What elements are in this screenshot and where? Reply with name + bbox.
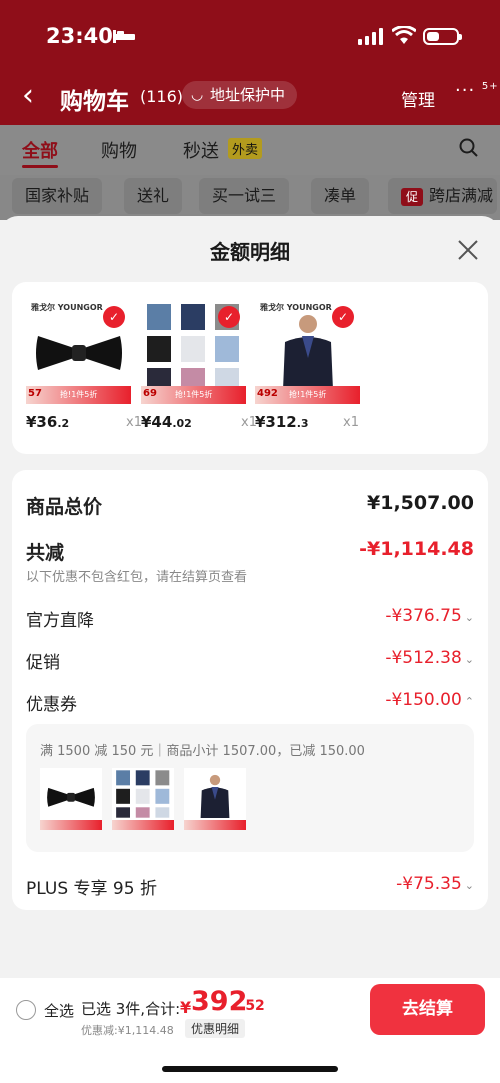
- coupon-item-suit: [184, 768, 246, 830]
- chip-cross-store[interactable]: 促跨店满减: [388, 178, 498, 214]
- plus-discount-value: -¥75.35 ⌄: [396, 874, 474, 894]
- promo-banner: 492 抢!1件5折: [255, 386, 360, 404]
- chip-cross-store-label: 跨店满减: [429, 186, 494, 205]
- coupon-detail-box: 满 1500 减 150 元｜商品小计 1507.00，已减 150.00: [26, 724, 474, 852]
- goods-total-label: 商品总价: [26, 496, 103, 518]
- item-price: ¥36.2: [26, 413, 70, 431]
- coupon-item-bowtie: [40, 768, 102, 830]
- more-badge: 5+: [481, 81, 499, 92]
- total-reduce-value: -¥1,114.48: [359, 538, 474, 560]
- cart-navbar: ‹ 购物车 (116) ◡ 地址保护中 管理 ··· 5+: [0, 78, 500, 118]
- official-discount-label: 官方直降: [26, 611, 94, 631]
- total-amount-int: 392: [191, 986, 248, 1017]
- official-discount-value: -¥376.75 ⌄: [385, 606, 474, 626]
- promo-banner: 69 抢!1件5折: [141, 386, 246, 404]
- product-image-bowtie[interactable]: 雅戈尔 YOUNGOR ✓ 57 抢!1件5折: [26, 300, 131, 404]
- promotion-value: -¥512.38 ⌄: [385, 648, 474, 668]
- app-header-background: 23:40 ‹ 购物车 (116) ◡ 地址保护中 管理 ··· 5+: [0, 0, 500, 125]
- battery-icon: [423, 28, 462, 45]
- item-quantity: x1: [126, 415, 142, 430]
- more-menu-button[interactable]: ··· 5+: [455, 80, 499, 101]
- coupon-item-shirts: [112, 768, 174, 830]
- promotion-label: 促销: [26, 653, 60, 673]
- selected-items-card: 雅戈尔 YOUNGOR ✓ 57 抢!1件5折 ¥36.2 x1 ✓ 69 抢!1件…: [12, 282, 488, 454]
- promo-badge-icon: 促: [401, 188, 423, 206]
- plus-discount-label: PLUS 专享 95 折: [26, 879, 157, 899]
- manage-button[interactable]: 管理: [401, 86, 435, 111]
- brand-logo: 雅戈尔 YOUNGOR: [31, 303, 103, 312]
- coupon-value: -¥150.00 ⌃: [385, 690, 474, 710]
- suit-model-icon: [283, 315, 333, 390]
- selected-check-icon[interactable]: ✓: [218, 306, 240, 328]
- search-icon[interactable]: [459, 138, 479, 158]
- selected-check-icon[interactable]: ✓: [103, 306, 125, 328]
- cart-tabs: 全部 购物 秒送 外卖: [0, 125, 500, 175]
- back-button[interactable]: ‹: [22, 80, 34, 112]
- select-all-radio[interactable]: [16, 1000, 36, 1020]
- reduce-note: 以下优惠不包含红包，请在结算页查看: [26, 570, 248, 585]
- chip-try[interactable]: 买一试三: [199, 178, 290, 214]
- amount-detail-sheet: 金额明细 雅戈尔 YOUNGOR ✓ 57 抢!1件5折 ¥36.2 x1 ✓ 6…: [0, 216, 500, 1083]
- select-all-label[interactable]: 全选: [44, 1000, 74, 1021]
- filter-chips: 国家补贴 送礼 买一试三 凑单 促跨店满减: [0, 175, 500, 220]
- total-reduce-label: 共减: [26, 542, 65, 564]
- page-title: 购物车: [60, 89, 129, 115]
- checkout-button[interactable]: 去结算: [370, 984, 485, 1035]
- total-currency: ¥: [180, 998, 192, 1017]
- cellular-signal-icon: [358, 28, 383, 45]
- chip-gift[interactable]: 送礼: [124, 178, 183, 214]
- sheet-title: 金额明细: [210, 240, 290, 264]
- checkout-bar: 全选 已选 3件,合计: ¥ 392 .52 优惠减:¥1,114.48 优惠明…: [0, 978, 500, 1083]
- status-time: 23:40: [46, 24, 113, 48]
- chevron-down-icon: ⌄: [464, 879, 474, 892]
- tab-all[interactable]: 全部: [22, 137, 58, 163]
- chevron-up-icon: ⌃: [464, 695, 474, 708]
- selected-check-icon[interactable]: ✓: [332, 306, 354, 328]
- saved-amount: 优惠减:¥1,114.48: [81, 1024, 174, 1037]
- takeaway-tag: 外卖: [228, 138, 263, 159]
- tab-underline: [22, 165, 58, 168]
- item-price: ¥312.3: [255, 413, 309, 431]
- chip-bundle[interactable]: 凑单: [311, 178, 370, 214]
- cart-count: (116): [140, 87, 184, 106]
- product-image-suit[interactable]: 雅戈尔 YOUNGOR ✓ 492 抢!1件5折: [255, 300, 360, 404]
- item-price: ¥44.02: [141, 413, 192, 431]
- bowtie-icon: [36, 336, 122, 370]
- chip-subsidy[interactable]: 国家补贴: [12, 178, 103, 214]
- chevron-down-icon: ⌄: [464, 653, 474, 666]
- tab-shopping[interactable]: 购物: [101, 137, 137, 163]
- status-bar: 23:40: [0, 22, 500, 52]
- chevron-down-icon: ⌄: [464, 611, 474, 624]
- selected-info: 已选 3件,合计:: [81, 1000, 181, 1018]
- wifi-icon: [392, 26, 416, 44]
- coupon-label: 优惠券: [26, 695, 77, 715]
- item-quantity: x1: [343, 415, 359, 430]
- smile-icon: ◡: [191, 87, 204, 103]
- goods-total-value: ¥1,507.00: [367, 492, 474, 514]
- home-indicator: [162, 1066, 338, 1072]
- sleep-mode-icon: [113, 30, 135, 43]
- price-breakdown-card: 商品总价 ¥1,507.00 共减 -¥1,114.48 以下优惠不包含红包，请…: [12, 470, 488, 910]
- coupon-description: 满 1500 减 150 元｜商品小计 1507.00，已减 150.00: [40, 744, 365, 759]
- total-amount-dec: .52: [240, 998, 265, 1014]
- tab-instant[interactable]: 秒送: [183, 137, 219, 163]
- product-image-shirts[interactable]: ✓ 69 抢!1件5折: [141, 300, 246, 404]
- promo-banner: 57 抢!1件5折: [26, 386, 131, 404]
- discount-detail-button[interactable]: 优惠明细: [185, 1019, 246, 1038]
- close-icon[interactable]: [456, 238, 480, 262]
- address-protect-button[interactable]: ◡ 地址保护中: [182, 81, 298, 109]
- address-protect-label: 地址保护中: [210, 86, 286, 104]
